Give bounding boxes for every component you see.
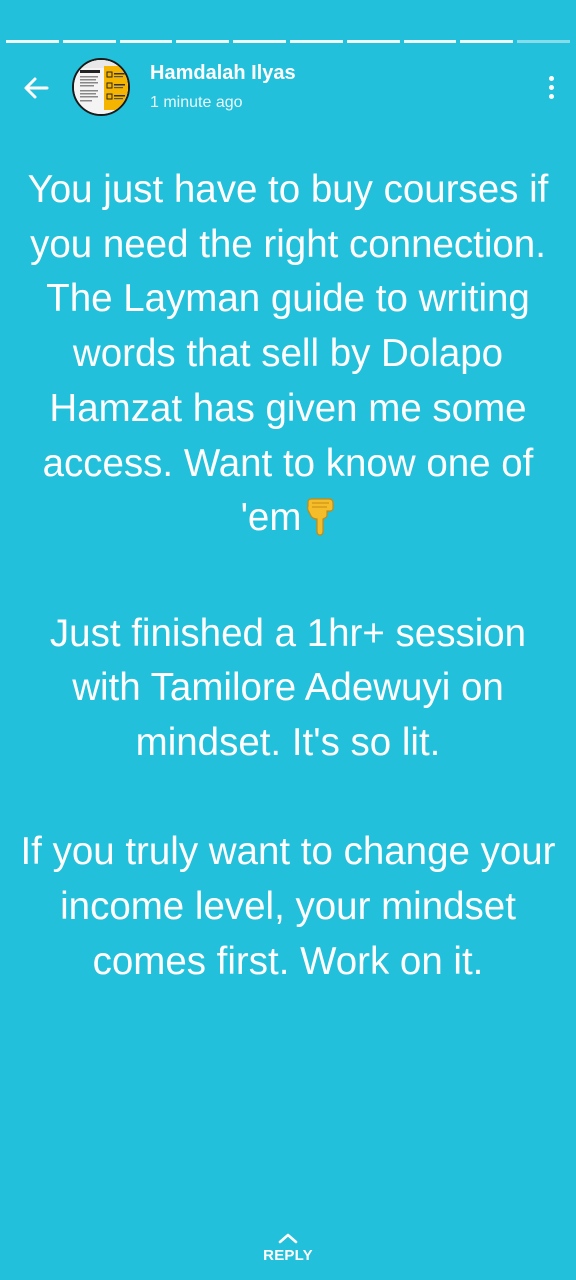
status-header: Hamdalah Ilyas 1 minute ago (0, 56, 576, 118)
more-vertical-icon-dot (548, 84, 554, 90)
progress-segment (6, 40, 59, 43)
status-progress-bar (6, 40, 570, 43)
progress-segment-current (517, 40, 570, 43)
point-down-emoji (305, 497, 335, 552)
arrow-left-icon (24, 77, 49, 99)
progress-segment (176, 40, 230, 43)
status-paragraph-text: You just have to buy courses if you need… (27, 168, 549, 540)
status-paragraph: Just finished a 1hr+ session with Tamilo… (49, 611, 527, 765)
back-button[interactable] (16, 68, 56, 108)
reply-button[interactable]: REPLY (0, 1231, 576, 1264)
more-vertical-icon (548, 75, 554, 81)
progress-segment (460, 40, 514, 43)
avatar-image (74, 60, 128, 114)
reply-label: REPLY (263, 1247, 313, 1264)
status-timestamp: 1 minute ago (150, 94, 243, 111)
progress-segment (233, 40, 286, 43)
progress-segment (119, 40, 173, 43)
progress-segment (403, 40, 457, 43)
author-name[interactable]: Hamdalah Ilyas (150, 62, 296, 85)
avatar[interactable] (72, 58, 130, 116)
status-paragraph: If you truly want to change your income … (20, 830, 556, 983)
progress-segment (289, 40, 343, 43)
chevron-up-icon (278, 1233, 298, 1244)
status-paragraph: You just have to buy courses if you need… (20, 163, 556, 552)
more-vertical-icon-dot (548, 93, 554, 99)
progress-segment (62, 40, 116, 43)
status-text-content: You just have to buy courses if you need… (20, 163, 556, 990)
more-options-button[interactable] (544, 70, 558, 104)
progress-segment (346, 40, 400, 43)
